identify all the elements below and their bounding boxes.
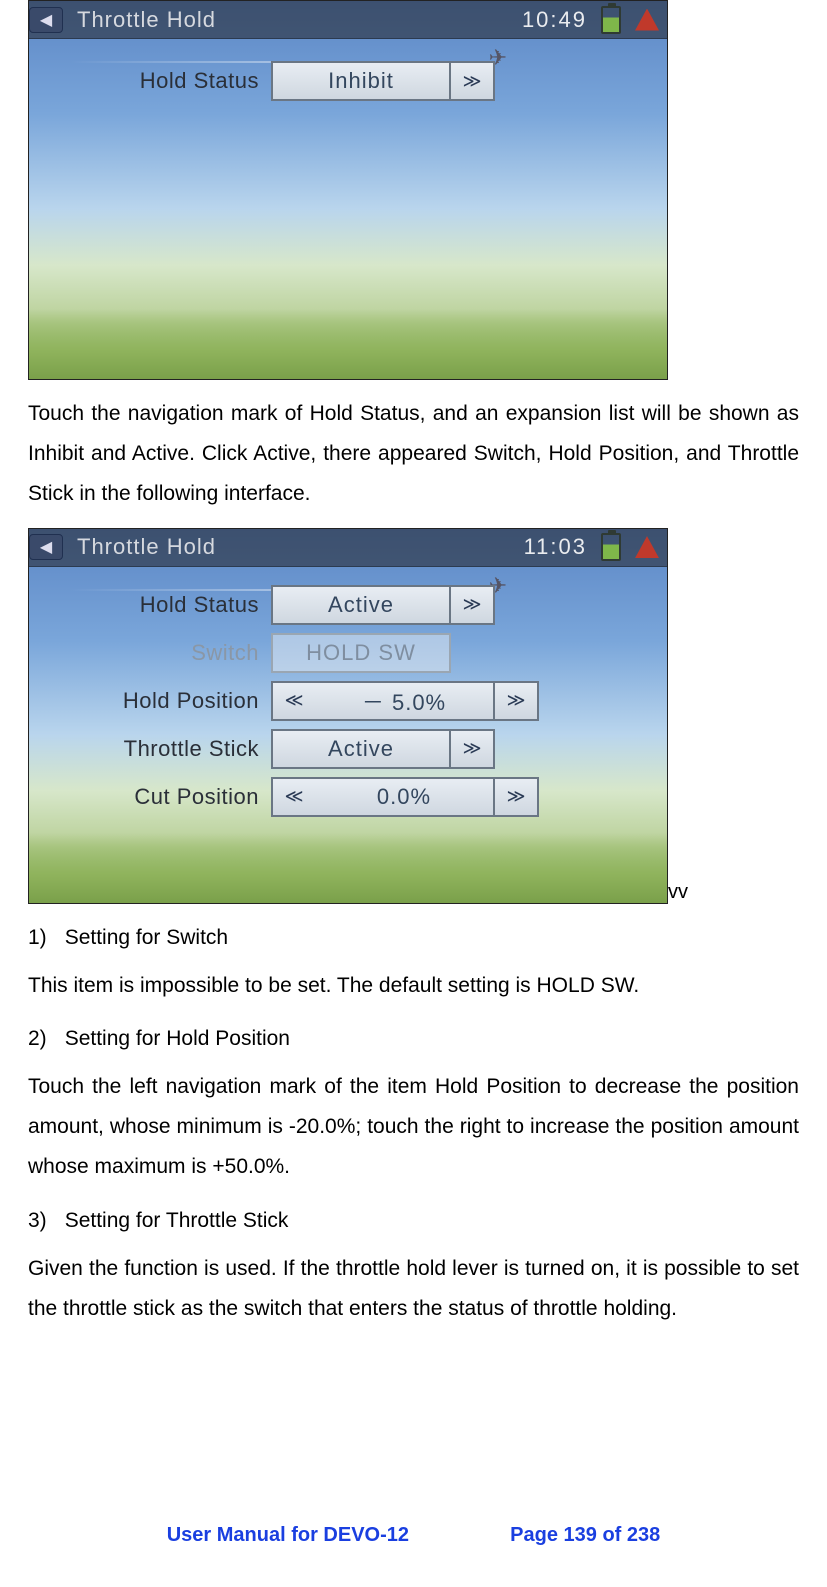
value-cut-position[interactable]: 0.0% bbox=[315, 777, 495, 817]
paragraph-intro: Touch the navigation mark of Hold Status… bbox=[28, 394, 799, 514]
row-switch: Switch HOLD SW bbox=[59, 633, 637, 673]
value-hold-status[interactable]: Active bbox=[271, 585, 451, 625]
clock: 11:03 bbox=[524, 534, 587, 560]
chevron-left-icon[interactable]: ≪ bbox=[271, 777, 315, 817]
clock: 10:49 bbox=[522, 7, 587, 33]
title-bar: ◀ Throttle Hold 10:49 bbox=[29, 1, 667, 39]
back-icon: ◀ bbox=[29, 7, 63, 33]
row-throttle-stick: Throttle Stick Active ≫ bbox=[59, 729, 637, 769]
screenshot-throttle-hold-inhibit: ◀ Throttle Hold 10:49 ✈ Hold Status Inhi… bbox=[28, 0, 668, 380]
alert-icon bbox=[635, 9, 659, 31]
page-footer: User Manual for DEVO-12 Page 139 of 238 bbox=[0, 1524, 827, 1547]
screen-title: Throttle Hold bbox=[71, 534, 216, 560]
title-bar: ◀ Throttle Hold 11:03 bbox=[29, 529, 667, 567]
chevron-right-icon[interactable]: ≫ bbox=[495, 681, 539, 721]
chevron-right-icon[interactable]: ≫ bbox=[451, 61, 495, 101]
label-cut-position: Cut Position bbox=[59, 784, 259, 810]
paragraph-setting-throttle-stick: Given the function is used. If the throt… bbox=[28, 1249, 799, 1329]
value-throttle-stick[interactable]: Active bbox=[271, 729, 451, 769]
battery-icon bbox=[601, 533, 621, 561]
paragraph-setting-hold-position: Touch the left navigation mark of the it… bbox=[28, 1067, 799, 1187]
paragraph-setting-switch: This item is impossible to be set. The d… bbox=[28, 966, 799, 1006]
value-hold-position[interactable]: － 5.0% bbox=[315, 681, 495, 721]
footer-manual-title: User Manual for DEVO-12 bbox=[167, 1524, 409, 1546]
row-hold-status: Hold Status Active ≫ bbox=[59, 585, 637, 625]
label-hold-status: Hold Status bbox=[59, 592, 259, 618]
chevron-left-icon[interactable]: ≪ bbox=[271, 681, 315, 721]
screen-title: Throttle Hold bbox=[71, 7, 216, 33]
alert-icon bbox=[635, 536, 659, 558]
heading-setting-hold-position: 2)Setting for Hold Position bbox=[28, 1019, 799, 1059]
row-hold-position: Hold Position ≪ － 5.0% ≫ bbox=[59, 681, 637, 721]
row-hold-status: Hold Status Inhibit ≫ bbox=[59, 59, 637, 103]
screenshot-throttle-hold-active: ◀ Throttle Hold 11:03 ✈ Hold Status Acti… bbox=[28, 528, 668, 904]
decorative-grass bbox=[29, 833, 667, 903]
label-hold-position: Hold Position bbox=[59, 688, 259, 714]
battery-icon bbox=[601, 6, 621, 34]
value-hold-status[interactable]: Inhibit bbox=[271, 61, 451, 101]
chevron-right-icon[interactable]: ≫ bbox=[451, 729, 495, 769]
chevron-right-icon[interactable]: ≫ bbox=[495, 777, 539, 817]
label-hold-status: Hold Status bbox=[59, 68, 259, 94]
back-icon: ◀ bbox=[29, 534, 63, 560]
footer-page-number: Page 139 of 238 bbox=[510, 1524, 660, 1546]
label-throttle-stick: Throttle Stick bbox=[59, 736, 259, 762]
heading-setting-throttle-stick: 3)Setting for Throttle Stick bbox=[28, 1201, 799, 1241]
text-vv: vv bbox=[668, 881, 688, 904]
chevron-right-icon[interactable]: ≫ bbox=[451, 585, 495, 625]
label-switch: Switch bbox=[59, 640, 259, 666]
heading-setting-switch: 1)Setting for Switch bbox=[28, 918, 799, 958]
decorative-grass bbox=[29, 309, 667, 379]
row-cut-position: Cut Position ≪ 0.0% ≫ bbox=[59, 777, 637, 817]
value-switch: HOLD SW bbox=[271, 633, 451, 673]
